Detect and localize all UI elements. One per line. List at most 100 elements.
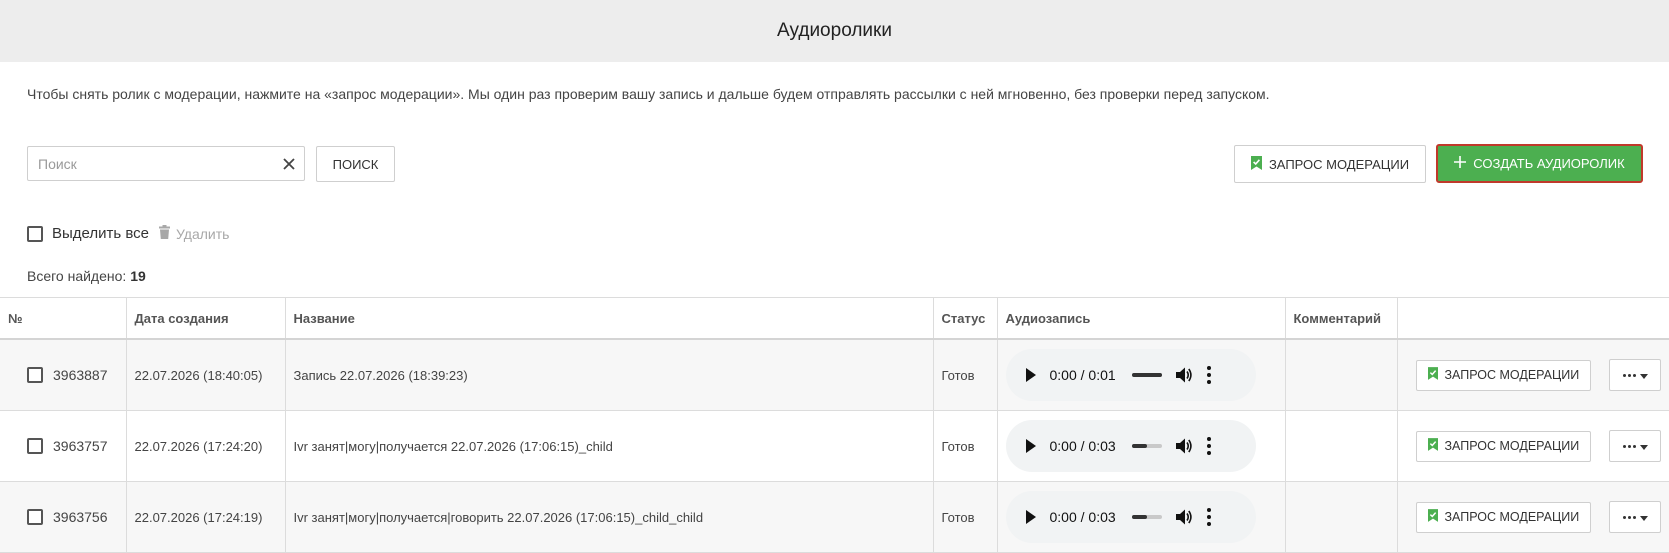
search-field[interactable] (27, 146, 305, 181)
audio-table: № Дата создания Название Статус Аудиозап… (0, 297, 1669, 553)
play-icon[interactable] (1025, 439, 1036, 453)
ellipsis-icon (1622, 373, 1636, 377)
table-row: 3963887 22.07.2026 (18:40:05) Запись 22.… (0, 338, 1669, 411)
select-all[interactable]: Выделить все (27, 225, 149, 242)
bookmark-check-icon (1427, 367, 1438, 383)
row-id: 3963887 (53, 367, 108, 383)
column-header-number[interactable]: № (0, 297, 127, 340)
ellipsis-icon (1622, 444, 1636, 448)
cell-actions: Запрос модерации (1396, 338, 1669, 411)
search-button[interactable]: Поиск (316, 146, 395, 182)
row-more-dropdown[interactable] (1609, 359, 1661, 391)
column-header-audio: Аудиозапись (996, 297, 1286, 340)
total-found: Всего найдено: 19 (27, 268, 146, 284)
page-header: Аудиоролики (0, 0, 1669, 62)
cell-status: Готов (932, 481, 998, 553)
row-moderation-button[interactable]: Запрос модерации (1415, 359, 1592, 391)
row-moderation-button[interactable]: Запрос модерации (1415, 430, 1592, 462)
caret-down-icon (1639, 439, 1648, 453)
page-title: Аудиоролики (777, 20, 892, 41)
cell-id: 3963887 (0, 338, 127, 411)
moderation-request-label: Запрос модерации (1268, 156, 1410, 172)
select-all-checkbox[interactable] (27, 225, 43, 242)
audio-player[interactable]: 0:00 / 0:03 (1005, 420, 1256, 472)
total-count: 19 (130, 268, 146, 284)
audio-time: 0:00 / 0:03 (1049, 438, 1116, 454)
bookmark-check-icon (1427, 509, 1438, 525)
table-row: 3963756 22.07.2026 (17:24:19) Ivr занят|… (0, 481, 1669, 553)
cell-actions: Запрос модерации (1396, 481, 1669, 553)
cell-audio: 0:00 / 0:03 (996, 481, 1286, 553)
more-vertical-icon[interactable] (1206, 366, 1211, 384)
caret-down-icon (1639, 368, 1648, 382)
cell-audio: 0:00 / 0:01 (996, 338, 1286, 411)
delete-button[interactable]: Удалить (159, 225, 229, 242)
create-audio-label: Создать аудиоролик (1473, 156, 1625, 171)
cell-name: Запись 22.07.2026 (18:39:23) (284, 338, 934, 411)
volume-icon[interactable] (1175, 367, 1193, 383)
volume-slider-fill (1131, 373, 1162, 377)
column-header-status[interactable]: Статус (932, 297, 998, 340)
row-moderation-button[interactable]: Запрос модерации (1415, 501, 1592, 533)
row-more-dropdown[interactable] (1609, 501, 1661, 533)
volume-icon[interactable] (1175, 438, 1193, 454)
row-moderation-label: Запрос модерации (1444, 510, 1580, 524)
volume-icon[interactable] (1175, 509, 1193, 525)
total-label: Всего найдено: (27, 268, 127, 284)
row-id: 3963757 (53, 438, 108, 454)
audio-time: 0:00 / 0:03 (1049, 509, 1116, 525)
trash-icon (159, 225, 170, 242)
more-vertical-icon[interactable] (1206, 437, 1211, 455)
row-checkbox[interactable] (27, 509, 43, 525)
row-moderation-label: Запрос модерации (1444, 439, 1580, 453)
search-button-label: Поиск (332, 156, 379, 172)
bookmark-check-icon (1427, 438, 1438, 454)
cell-comment (1284, 481, 1398, 553)
ellipsis-icon (1622, 515, 1636, 519)
caret-down-icon (1639, 510, 1648, 524)
delete-label: Удалить (176, 225, 230, 242)
row-moderation-label: Запрос модерации (1444, 368, 1580, 382)
cell-comment (1284, 338, 1398, 411)
column-header-comment: Комментарий (1284, 297, 1398, 340)
cell-date: 22.07.2026 (18:40:05) (125, 338, 286, 411)
cell-audio: 0:00 / 0:03 (996, 410, 1286, 482)
table-header-row: № Дата создания Название Статус Аудиозап… (0, 297, 1669, 340)
create-audio-button[interactable]: Создать аудиоролик (1436, 144, 1643, 183)
column-header-actions (1396, 297, 1669, 340)
bookmark-check-icon (1250, 155, 1262, 173)
cell-name: Ivr занят|могу|получается|говорить 22.07… (284, 481, 934, 553)
cell-date: 22.07.2026 (17:24:20) (125, 410, 286, 482)
select-all-label: Выделить все (52, 225, 150, 242)
row-checkbox[interactable] (27, 438, 43, 454)
moderation-info-text: Чтобы снять ролик с модерации, нажмите н… (27, 86, 1270, 102)
cell-actions: Запрос модерации (1396, 410, 1669, 482)
table-row: 3963757 22.07.2026 (17:24:20) Ivr занят|… (0, 410, 1669, 482)
plus-icon (1454, 156, 1467, 171)
cell-status: Готов (932, 410, 998, 482)
audio-player[interactable]: 0:00 / 0:03 (1005, 491, 1256, 543)
play-icon[interactable] (1025, 368, 1036, 382)
cell-id: 3963757 (0, 410, 127, 482)
moderation-request-button[interactable]: Запрос модерации (1234, 145, 1426, 183)
volume-slider[interactable] (1131, 444, 1162, 448)
close-icon[interactable] (274, 147, 304, 180)
audio-player[interactable]: 0:00 / 0:01 (1005, 349, 1256, 401)
cell-id: 3963756 (0, 481, 127, 553)
column-header-date[interactable]: Дата создания (125, 297, 286, 340)
row-id: 3963756 (53, 509, 108, 525)
audio-time: 0:00 / 0:01 (1049, 367, 1116, 383)
cell-date: 22.07.2026 (17:24:19) (125, 481, 286, 553)
row-checkbox[interactable] (27, 367, 43, 383)
volume-slider-fill (1131, 444, 1147, 448)
search-input[interactable] (28, 147, 274, 180)
volume-slider-fill (1131, 515, 1147, 519)
play-icon[interactable] (1025, 510, 1036, 524)
column-header-name[interactable]: Название (284, 297, 934, 340)
row-more-dropdown[interactable] (1609, 430, 1661, 462)
volume-slider[interactable] (1131, 515, 1162, 519)
volume-slider[interactable] (1131, 373, 1162, 377)
cell-comment (1284, 410, 1398, 482)
cell-status: Готов (932, 338, 998, 411)
more-vertical-icon[interactable] (1206, 508, 1211, 526)
